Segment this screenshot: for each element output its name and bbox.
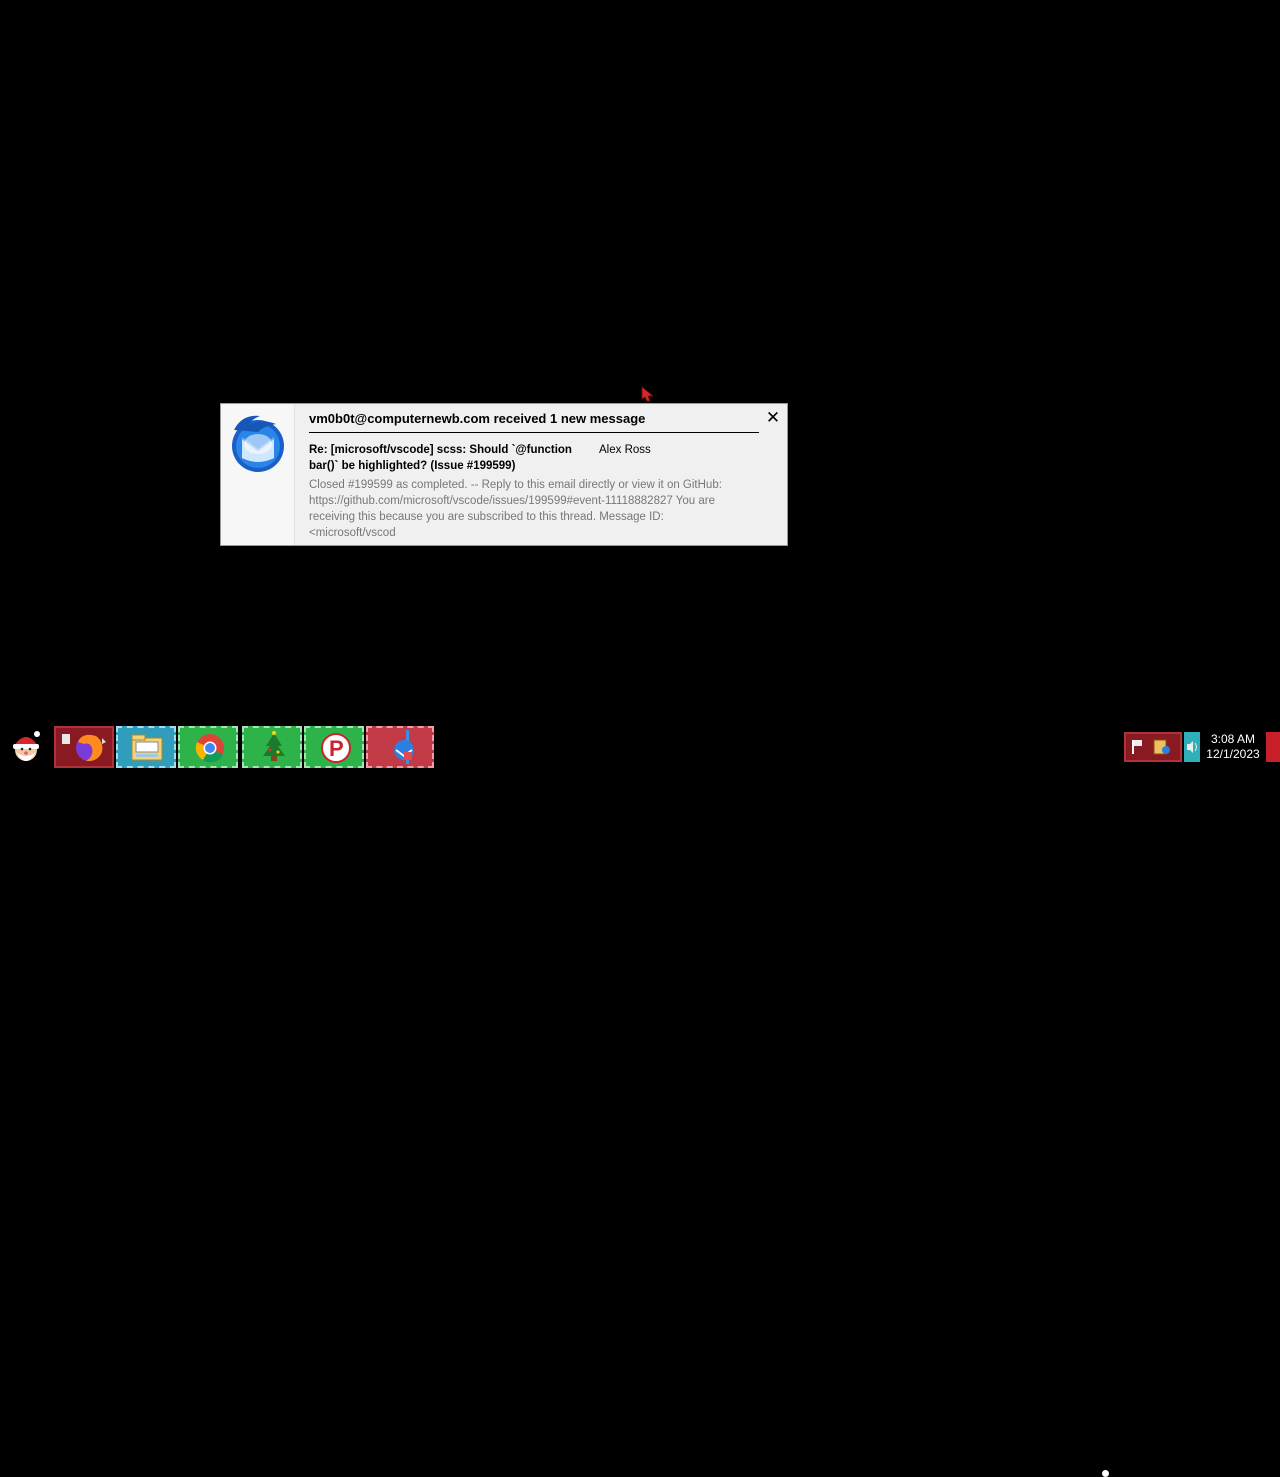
taskbar: P [0,726,1280,1477]
p-app-icon: P [321,733,351,763]
thunderbird-icon [232,415,284,472]
thunderbird-icon [394,730,414,764]
svg-text:P: P [329,736,344,761]
firefox-icon [62,734,106,762]
taskbar-p-app[interactable]: P [304,726,364,768]
message-preview: Closed #199599 as completed. -- Reply to… [309,479,722,539]
taskbar-firefox[interactable] [54,726,114,768]
notification-icon-pane [221,404,295,545]
mouse-cursor-icon [641,386,655,402]
close-button[interactable]: ✕ [764,409,782,427]
tray-flag-icon [1132,739,1170,755]
start-button[interactable] [4,726,48,768]
tray-date: 12/1/2023 [1206,747,1260,761]
santa-start-icon [13,731,40,761]
chrome-icon [195,734,224,763]
taskbar-file-explorer[interactable] [116,726,176,768]
folder-icon [131,734,163,761]
notification-header: vm0b0t@computernewb.com received 1 new m… [309,411,759,433]
taskbar-thunderbird[interactable] [366,726,434,768]
desktop: vm0b0t@computernewb.com received 1 new m… [0,0,1280,726]
taskbar-chrome[interactable] [178,726,238,768]
taskbar-tree-app[interactable] [242,726,302,768]
volume-button[interactable] [1184,732,1200,762]
tray-icons[interactable] [1124,732,1182,762]
christmas-tree-icon [263,731,285,761]
tray-notification-dot [1102,1470,1109,1477]
message-sender: Alex Ross [599,444,651,456]
message-subject: Re: [microsoft/vscode] scss: Should `@fu… [309,444,572,472]
tray-time: 3:08 AM [1210,732,1256,746]
speaker-icon [1187,741,1197,753]
tray-clock[interactable]: 3:08 AM 12/1/2023 [1204,732,1262,762]
new-mail-notification[interactable]: vm0b0t@computernewb.com received 1 new m… [220,403,788,546]
show-desktop-button[interactable] [1266,732,1280,762]
